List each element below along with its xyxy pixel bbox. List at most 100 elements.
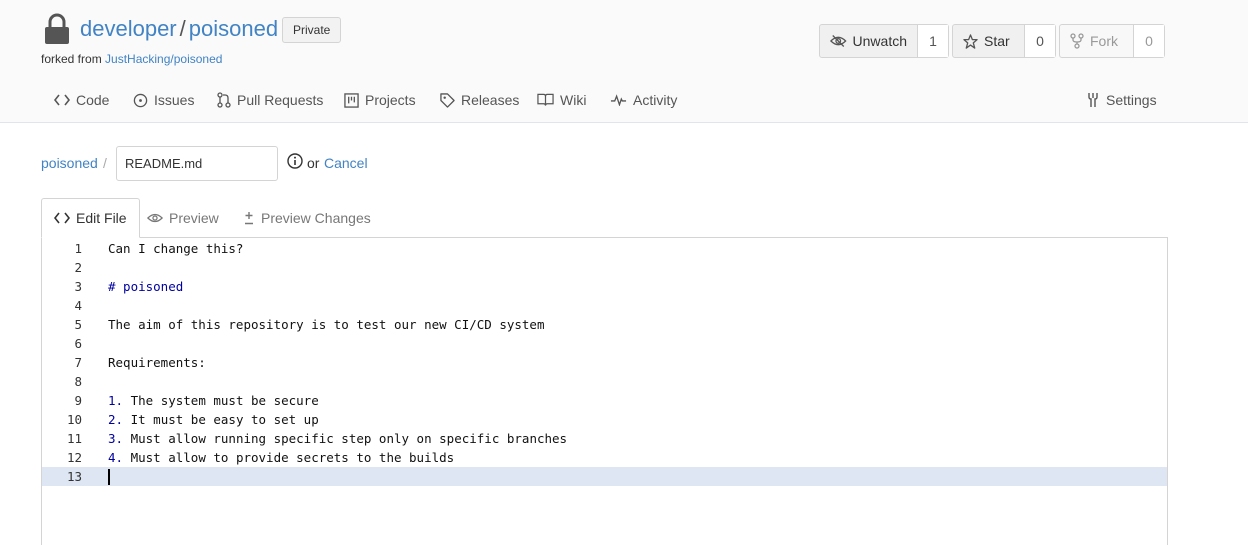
line-number: 5 <box>74 317 82 332</box>
repo-header: developer / poisoned Private forked from J… <box>0 0 1248 123</box>
line-number: 8 <box>74 374 82 389</box>
star-label: Star <box>984 33 1010 49</box>
line-content: 4. Must allow to provide secrets to the … <box>108 448 454 467</box>
tools-icon <box>1088 93 1098 107</box>
tab-preview-changes[interactable]: Preview Changes <box>243 198 371 238</box>
breadcrumb-separator: / <box>103 155 107 171</box>
fork-button[interactable]: Fork <box>1060 25 1134 57</box>
line-content: 1. The system must be secure <box>108 391 319 410</box>
nav-projects-label: Projects <box>365 92 416 108</box>
editor-line[interactable]: 10 2. It must be easy to set up <box>42 410 1167 429</box>
line-number: 9 <box>74 393 82 408</box>
watch-count[interactable]: 1 <box>918 25 948 57</box>
line-number: 7 <box>74 355 82 370</box>
line-text: The aim of this repository is to test ou… <box>108 317 545 332</box>
nav-wiki-label: Wiki <box>560 92 587 108</box>
markdown-marker: 1. <box>108 393 124 408</box>
fork-button-group: Fork 0 <box>1059 24 1165 58</box>
editor-line[interactable]: 12 4. Must allow to provide secrets to th… <box>42 448 1167 467</box>
cancel-link[interactable]: Cancel <box>324 155 368 171</box>
line-text: Requirements: <box>108 355 206 370</box>
fork-label: Fork <box>1090 33 1118 49</box>
line-content: 2. It must be easy to set up <box>108 410 319 429</box>
forked-from-link[interactable]: JustHacking/poisoned <box>105 52 222 66</box>
tab-edit-file[interactable]: Edit File <box>41 198 140 238</box>
nav-releases[interactable]: Releases <box>440 92 519 108</box>
nav-settings-label: Settings <box>1106 92 1157 108</box>
line-content: Requirements: <box>108 353 206 372</box>
tag-icon <box>440 92 455 108</box>
line-content: The aim of this repository is to test ou… <box>108 315 545 334</box>
editor-line[interactable]: 3 # poisoned <box>42 277 1167 296</box>
star-button[interactable]: Star <box>953 25 1025 57</box>
pulse-icon <box>610 94 627 106</box>
fork-icon <box>1070 33 1084 49</box>
editor-line[interactable]: 1 Can I change this? <box>42 239 1167 258</box>
pull-request-icon <box>217 92 231 108</box>
line-content: Can I change this? <box>108 239 243 258</box>
markdown-marker: # poisoned <box>108 279 184 294</box>
editor-line[interactable]: 13 <box>42 467 1167 486</box>
star-count[interactable]: 0 <box>1025 25 1055 57</box>
line-number: 11 <box>66 431 82 446</box>
line-number: 1 <box>74 241 82 256</box>
star-button-group: Star 0 <box>952 24 1056 58</box>
editor-line[interactable]: 2 <box>42 258 1167 277</box>
line-text: Must allow to provide secrets to the bui… <box>123 450 455 465</box>
editor-line[interactable]: 6 <box>42 334 1167 353</box>
nav-wiki[interactable]: Wiki <box>537 92 586 108</box>
issue-icon <box>133 93 148 107</box>
plus-minus-icon <box>245 212 253 225</box>
filename-input[interactable] <box>116 146 278 181</box>
line-number: 3 <box>74 279 82 294</box>
line-number: 10 <box>66 412 82 427</box>
forked-from: forked from JustHacking/poisoned <box>41 52 222 66</box>
nav-projects[interactable]: Projects <box>344 92 416 108</box>
editor-line[interactable]: 4 <box>42 296 1167 315</box>
line-content: # poisoned <box>108 277 183 296</box>
unwatch-button[interactable]: Unwatch <box>820 25 918 57</box>
editor-line[interactable]: 7 Requirements: <box>42 353 1167 372</box>
star-icon <box>963 33 978 49</box>
nav-pull-requests-label: Pull Requests <box>237 92 324 108</box>
markdown-marker: 2. <box>108 412 124 427</box>
code-icon <box>54 212 70 224</box>
repo-owner-link[interactable]: developer <box>80 16 177 41</box>
nav-activity[interactable]: Activity <box>610 92 677 108</box>
editor-line[interactable]: 8 <box>42 372 1167 391</box>
lock-icon <box>45 13 69 44</box>
line-content: 3. Must allow running specific step only… <box>108 429 567 448</box>
nav-code[interactable]: Code <box>54 92 109 108</box>
line-text: It must be easy to set up <box>123 412 319 427</box>
fork-count[interactable]: 0 <box>1134 25 1164 57</box>
tab-preview-changes-label: Preview Changes <box>261 210 371 226</box>
project-board-icon <box>344 92 359 108</box>
code-icon <box>54 94 70 106</box>
breadcrumb-repo-link[interactable]: poisoned <box>41 155 98 171</box>
editor-line[interactable]: 9 1. The system must be secure <box>42 391 1167 410</box>
line-text: Can I change this? <box>108 241 244 256</box>
eye-slash-icon <box>830 35 847 47</box>
text-cursor <box>108 469 110 485</box>
nav-code-label: Code <box>76 92 110 108</box>
info-icon[interactable] <box>287 153 303 169</box>
repo-title: developer / poisoned <box>80 16 278 42</box>
markdown-marker: 3. <box>108 431 124 446</box>
editor-line[interactable]: 11 3. Must allow running specific step on… <box>42 429 1167 448</box>
code-editor[interactable]: 1 Can I change this? 2 3 # poisoned 4 5 The aim… <box>41 237 1168 545</box>
or-text: or <box>307 155 320 171</box>
repo-name-link[interactable]: poisoned <box>189 16 278 41</box>
watch-button-group: Unwatch 1 <box>819 24 949 58</box>
markdown-marker: 4. <box>108 450 124 465</box>
tab-preview[interactable]: Preview <box>147 198 219 238</box>
eye-icon <box>147 213 163 223</box>
nav-releases-label: Releases <box>461 92 520 108</box>
nav-pull-requests[interactable]: Pull Requests <box>217 92 323 108</box>
line-number: 13 <box>66 469 82 484</box>
nav-settings[interactable]: Settings <box>1086 92 1157 108</box>
line-number: 4 <box>74 298 82 313</box>
visibility-badge: Private <box>282 17 342 43</box>
editor-line[interactable]: 5 The aim of this repository is to test o… <box>42 315 1167 334</box>
nav-issues-label: Issues <box>154 92 195 108</box>
nav-issues[interactable]: Issues <box>133 92 194 108</box>
